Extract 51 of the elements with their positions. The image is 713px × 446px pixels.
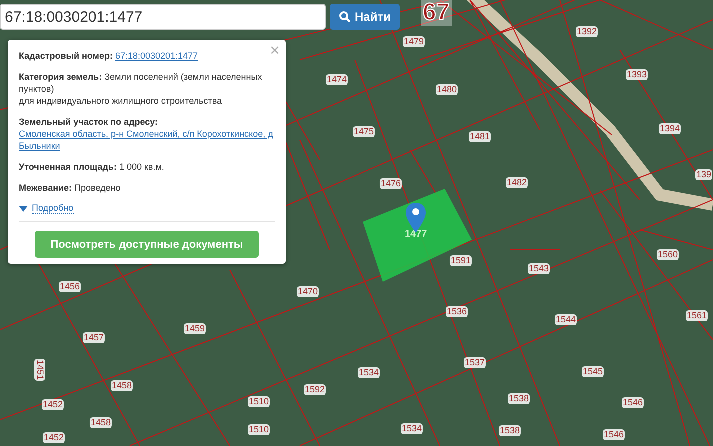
parcel-number: 1470 bbox=[296, 286, 320, 298]
parcel-number: 1456 bbox=[58, 282, 82, 292]
parcel-number: 1458 bbox=[90, 418, 112, 428]
parcel-number: 1393 bbox=[626, 70, 648, 80]
info-field: Земельный участок по адресу: Смоленская область, р-н Смоленский, с/п Корохоткинское, д Быльники bbox=[19, 116, 275, 152]
parcel-number: 1474 bbox=[326, 74, 348, 86]
selected-parcel[interactable] bbox=[363, 189, 472, 282]
parcel-number: 1534 bbox=[400, 424, 424, 434]
parcel-number: 1560 bbox=[656, 250, 680, 260]
info-field: Уточненная площадь: 1 000 кв.м. bbox=[19, 161, 275, 173]
parcel-number: 1536 bbox=[446, 306, 468, 318]
parcel-number: 1510 bbox=[248, 424, 270, 436]
parcel-number: 1481 bbox=[468, 132, 492, 142]
parcel-number: 1479 bbox=[402, 36, 426, 48]
parcel-number: 1476 bbox=[380, 178, 402, 190]
parcel-number: 1591 bbox=[450, 256, 472, 266]
parcel-number: 1482 bbox=[506, 178, 528, 188]
parcel-number: 139 bbox=[695, 170, 713, 180]
info-link[interactable]: Смоленская область, р-н Смоленский, с/п Корохоткинское, д Быльники bbox=[19, 128, 275, 152]
parcel-number: 1459 bbox=[184, 324, 206, 334]
parcel-number: 1538 bbox=[498, 426, 522, 436]
parcel-number: 1477 bbox=[405, 229, 428, 241]
parcel-number: 1546 bbox=[602, 430, 626, 440]
parcel-number: 1544 bbox=[554, 314, 578, 326]
parcel-number: 1457 bbox=[82, 332, 106, 344]
parcel-number: 1452 bbox=[42, 400, 64, 410]
parcel-number: 1458 bbox=[110, 380, 134, 392]
parcel-number: 1537 bbox=[464, 358, 486, 368]
search-icon bbox=[339, 11, 351, 23]
parcel-number: 1451 bbox=[34, 358, 46, 382]
details-toggle[interactable]: Подробно bbox=[19, 203, 74, 214]
parcel-number: 1475 bbox=[352, 126, 376, 138]
parcel-number: 1592 bbox=[304, 384, 326, 396]
search-button[interactable]: Найти bbox=[330, 4, 400, 30]
parcel-number: 1452 bbox=[42, 432, 66, 444]
parcel-number: 1545 bbox=[582, 366, 604, 378]
parcel-number: 1510 bbox=[248, 396, 270, 408]
parcel-number: 1538 bbox=[508, 394, 530, 404]
info-field: Категория земель: Земли поселений (земли населенных пунктов) для индивидуального жилищного строительства bbox=[19, 71, 275, 107]
district-number: 67 bbox=[421, 0, 452, 26]
parcel-number: 1394 bbox=[658, 124, 682, 134]
parcel-number: 1543 bbox=[528, 264, 550, 274]
info-field: Межевание: Проведено bbox=[19, 182, 275, 194]
parcel-number: 1546 bbox=[622, 398, 644, 408]
parcel-number: 1561 bbox=[686, 310, 708, 322]
parcel-number: 1534 bbox=[358, 368, 380, 378]
parcel-number: 1392 bbox=[576, 26, 598, 38]
parcel-number: 1480 bbox=[436, 84, 458, 96]
search-field[interactable]: 67:18:0030201:1477 bbox=[0, 4, 326, 30]
caret-icon bbox=[19, 206, 28, 212]
info-link[interactable]: 67:18:0030201:1477 bbox=[115, 51, 198, 61]
